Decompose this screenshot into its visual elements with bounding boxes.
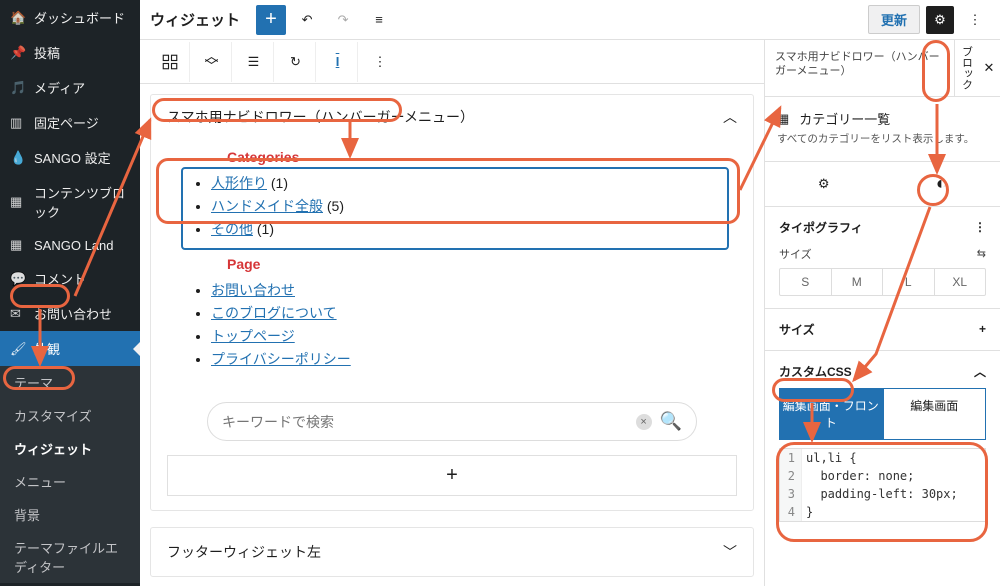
typography-panel: タイポグラフィ⋮ サイズ⇆ S M L XL <box>765 207 1000 309</box>
css-code-editor[interactable]: 1ul,li { 2 border: none; 3 padding-left:… <box>779 448 986 522</box>
size-l[interactable]: L <box>883 269 935 295</box>
transform-button[interactable]: ↻ <box>276 42 316 82</box>
size-s[interactable]: S <box>780 269 832 295</box>
settings-sidebar: スマホ用ナビドロワー（ハンバーガーメニュー） ブロック ✕ ▦カテゴリー一覧 す… <box>764 40 1000 586</box>
tab-block[interactable]: ブロック <box>954 40 978 96</box>
sidebar-item-comments[interactable]: 💬コメント <box>0 261 140 296</box>
search-block[interactable]: × 🔍 <box>207 402 697 441</box>
add-block-appender[interactable]: + <box>167 455 737 496</box>
search-icon[interactable]: 🔍 <box>660 411 682 432</box>
page-annotation: Page <box>227 256 737 272</box>
redo-button[interactable]: ↷ <box>328 5 358 35</box>
list-item[interactable]: お問い合わせ <box>211 280 717 301</box>
update-button[interactable]: 更新 <box>868 5 920 34</box>
list-item[interactable]: その他 (1) <box>211 219 717 240</box>
sidebar-submenu: テーマ カスタマイズ ウィジェット メニュー 背景 テーマファイルエディター <box>0 366 140 583</box>
sidebar-item-appearance[interactable]: 🖌外観 <box>0 331 140 366</box>
list-view-button[interactable]: ≡ <box>364 5 394 35</box>
more-button[interactable]: ⋮ <box>360 42 400 82</box>
sidebar-sub-widgets[interactable]: ウィジェット <box>0 432 140 465</box>
grid-icon <box>161 53 179 71</box>
custom-css-panel: カスタムCSS︿ 編集画面・フロント 編集画面 1ul,li { 2 borde… <box>765 351 1000 534</box>
block-toolbar: ︿﹀ ☰ ↻ I ⋮ <box>140 40 764 84</box>
add-block-button[interactable]: + <box>256 5 286 35</box>
sidebar-sub-customize[interactable]: カスタマイズ <box>0 399 140 432</box>
text-format-button[interactable]: I <box>318 42 358 82</box>
sidebar-sub-file-editor[interactable]: テーマファイルエディター <box>0 531 140 583</box>
sidebar-sub-menus[interactable]: メニュー <box>0 465 140 498</box>
search-input[interactable] <box>222 414 628 430</box>
block-info: ▦カテゴリー一覧 すべてのカテゴリーをリスト表示します。 <box>765 97 1000 162</box>
admin-sidebar: 🏠ダッシュボード 📌投稿 🎵メディア ▥固定ページ 💧SANGO 設定 ▦コンテ… <box>0 0 140 586</box>
mail-icon: ✉ <box>10 306 26 322</box>
page-icon: ▥ <box>10 115 26 131</box>
block-type-icon[interactable] <box>150 42 190 82</box>
undo-button[interactable]: ↶ <box>292 5 322 35</box>
brush-icon: 🖌 <box>10 341 26 357</box>
pin-icon: 📌 <box>10 45 26 61</box>
brick-icon: ▦ <box>10 194 26 210</box>
widget-area-drawer: スマホ用ナビドロワー（ハンバーガーメニュー） ︿ Categories 人形作り… <box>150 94 754 511</box>
size-xl[interactable]: XL <box>935 269 986 295</box>
settings-toggle-button[interactable]: ⚙ <box>926 6 954 34</box>
media-icon: 🎵 <box>10 80 26 96</box>
categories-annotation: Categories <box>227 149 737 165</box>
plus-icon[interactable]: + <box>979 322 986 336</box>
css-tab-edit[interactable]: 編集画面 <box>883 388 987 440</box>
list-item[interactable]: プライバシーポリシー <box>211 349 717 370</box>
align-button[interactable]: ☰ <box>234 42 274 82</box>
sidebar-item-dashboard[interactable]: 🏠ダッシュボード <box>0 0 140 35</box>
list-item[interactable]: ハンドメイド全般 (5) <box>211 196 717 217</box>
settings-tabs: ⚙ ◐ <box>765 162 1000 207</box>
page-title: ウィジェット <box>150 9 240 30</box>
options-icon[interactable]: ⋮ <box>974 220 986 234</box>
sidebar-item-posts[interactable]: 📌投稿 <box>0 35 140 70</box>
sliders-icon[interactable]: ⇆ <box>977 247 986 260</box>
sidebar-item-content-block[interactable]: ▦コンテンツブロック <box>0 175 140 229</box>
editor-canvas: スマホ用ナビドロワー（ハンバーガーメニュー） ︿ Categories 人形作り… <box>140 84 764 586</box>
move-handle[interactable]: ︿﹀ <box>192 42 232 82</box>
breadcrumb[interactable]: スマホ用ナビドロワー（ハンバーガーメニュー） <box>765 40 954 96</box>
chat-icon: 💬 <box>10 271 26 287</box>
settings-tab-styles[interactable]: ◐ <box>927 170 955 198</box>
categories-icon: ▦ <box>777 111 789 127</box>
options-button[interactable]: ⋮ <box>960 5 990 35</box>
size-panel[interactable]: サイズ+ <box>765 309 1000 351</box>
css-tab-front[interactable]: 編集画面・フロント <box>779 388 883 440</box>
gauge-icon: 🏠 <box>10 10 26 26</box>
settings-header: スマホ用ナビドロワー（ハンバーガーメニュー） ブロック ✕ <box>765 40 1000 97</box>
categories-list-block[interactable]: 人形作り (1) ハンドメイド全般 (5) その他 (1) <box>183 169 727 248</box>
sidebar-item-pages[interactable]: ▥固定ページ <box>0 105 140 140</box>
settings-tab-general[interactable]: ⚙ <box>810 170 838 198</box>
editor-header: ウィジェット + ↶ ↷ ≡ 更新 ⚙ ⋮ <box>140 0 1000 40</box>
list-item[interactable]: トップページ <box>211 326 717 347</box>
font-size-picker: S M L XL <box>779 268 986 296</box>
size-m[interactable]: M <box>832 269 884 295</box>
sidebar-item-media[interactable]: 🎵メディア <box>0 70 140 105</box>
chevron-down-icon: ﹀ <box>723 542 737 562</box>
brick-icon: ▦ <box>10 237 26 253</box>
sidebar-sub-background[interactable]: 背景 <box>0 498 140 531</box>
chevron-up-icon: ︿ <box>723 107 737 127</box>
list-item[interactable]: このブログについて <box>211 303 717 324</box>
sidebar-item-sangoland[interactable]: ▦SANGO Land <box>0 229 140 261</box>
widget-area-footer-left[interactable]: フッターウィジェット左 ﹀ <box>150 527 754 577</box>
chevron-up-icon[interactable]: ︿ <box>974 363 986 380</box>
widget-area-body: Categories 人形作り (1) ハンドメイド全般 (5) その他 (1)… <box>151 139 753 510</box>
close-settings-button[interactable]: ✕ <box>978 40 1000 96</box>
list-item[interactable]: 人形作り (1) <box>211 173 717 194</box>
pages-list-block[interactable]: お問い合わせ このブログについて トップページ プライバシーポリシー <box>183 276 727 378</box>
widget-area-title[interactable]: スマホ用ナビドロワー（ハンバーガーメニュー） ︿ <box>151 95 753 139</box>
sidebar-item-contact[interactable]: ✉お問い合わせ <box>0 296 140 331</box>
drop-icon: 💧 <box>10 150 26 166</box>
sidebar-sub-theme[interactable]: テーマ <box>0 366 140 399</box>
sidebar-item-sango[interactable]: 💧SANGO 設定 <box>0 140 140 175</box>
css-tabs: 編集画面・フロント 編集画面 <box>779 388 986 440</box>
clear-icon[interactable]: × <box>636 414 652 430</box>
